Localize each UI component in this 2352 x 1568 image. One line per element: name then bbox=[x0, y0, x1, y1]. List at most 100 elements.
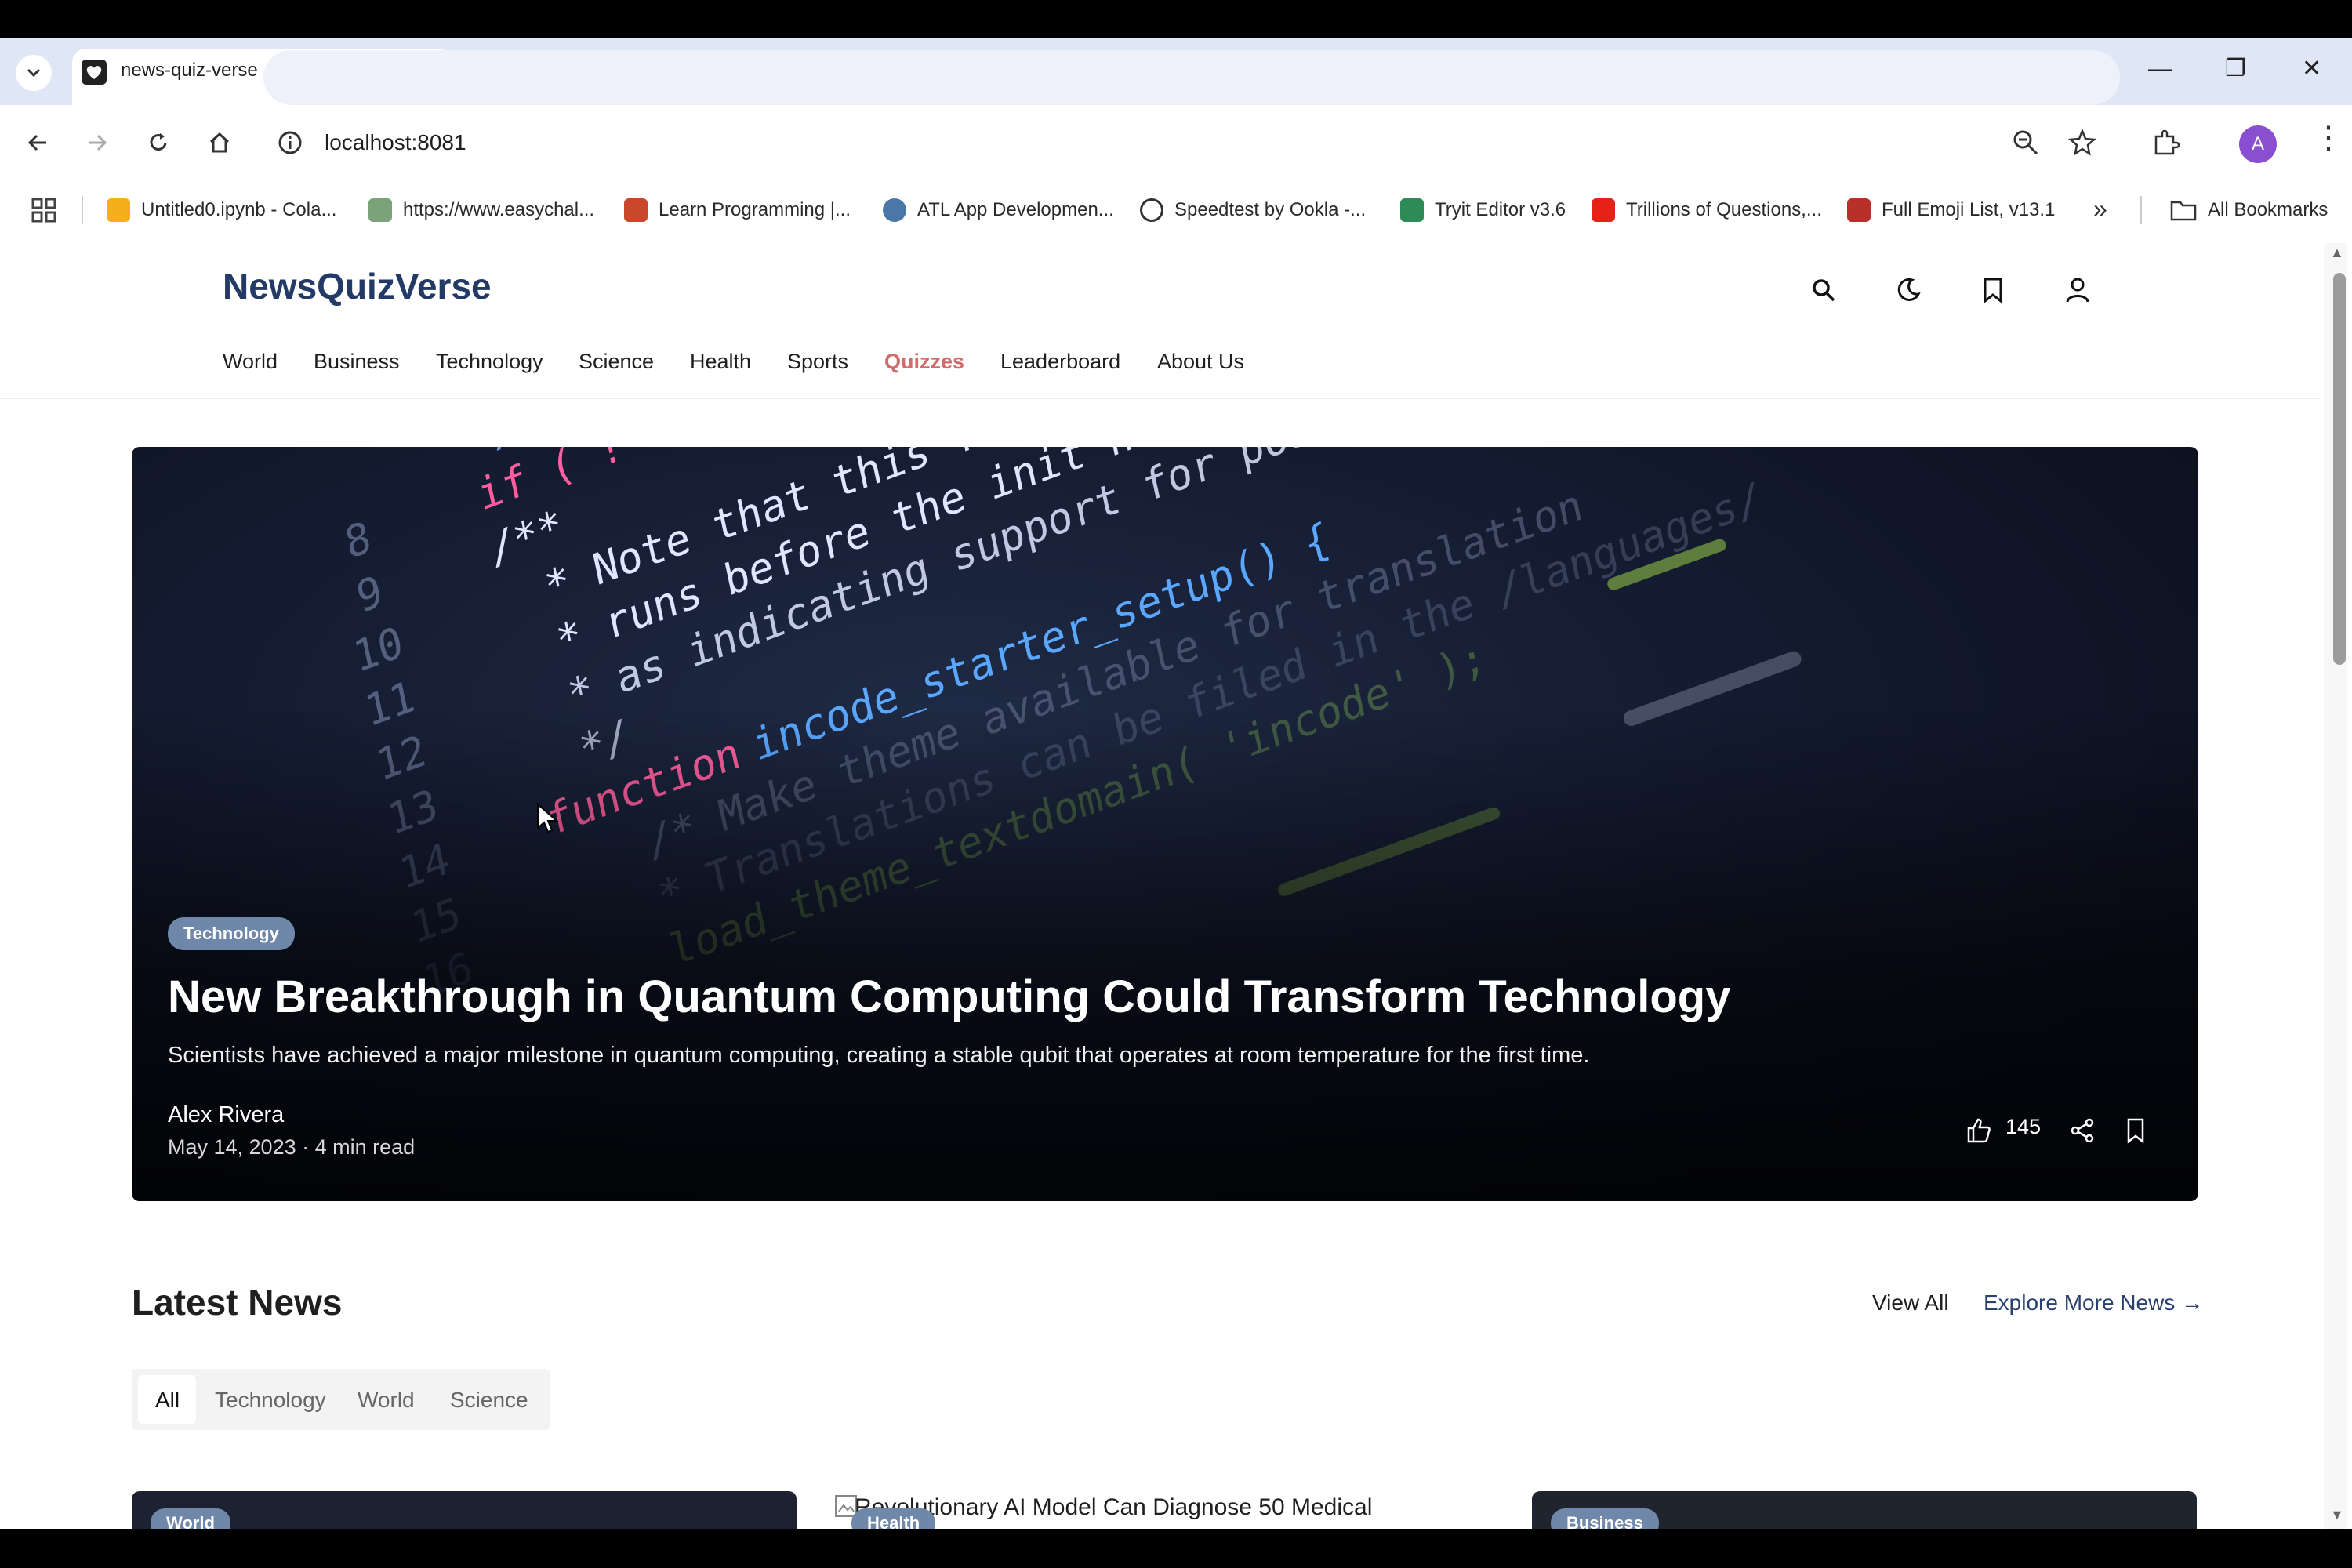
nav-business[interactable]: Business bbox=[314, 350, 400, 374]
arrow-right-icon: → bbox=[2181, 1290, 2204, 1315]
w3schools-icon bbox=[1400, 198, 1424, 222]
atl-icon bbox=[883, 198, 906, 222]
mouse-cursor-icon bbox=[537, 803, 559, 833]
apps-grid-icon[interactable] bbox=[30, 196, 58, 224]
search-icon bbox=[1813, 279, 1835, 302]
speedtest-icon bbox=[1140, 198, 1163, 222]
filter-all[interactable]: All bbox=[155, 1388, 180, 1413]
nav-health[interactable]: Health bbox=[690, 350, 751, 374]
minimize-icon[interactable]: — bbox=[2148, 53, 2172, 85]
bookmark-icon bbox=[1984, 278, 2002, 303]
account-button[interactable] bbox=[2056, 268, 2100, 312]
bookmark-label: Trillions of Questions,... bbox=[1626, 199, 1822, 220]
bookmarks-divider bbox=[82, 196, 83, 224]
hero-gradient-overlay bbox=[132, 447, 2198, 1201]
moon-icon bbox=[1897, 278, 1921, 301]
zoom-icon[interactable] bbox=[2012, 129, 2040, 157]
tab-title: news-quiz-verse bbox=[121, 60, 258, 81]
user-icon bbox=[2066, 278, 2089, 303]
more-bookmarks-icon[interactable]: » bbox=[2093, 194, 2107, 223]
nav-about-us[interactable]: About Us bbox=[1157, 350, 1244, 374]
category-badge[interactable]: Technology bbox=[168, 917, 295, 950]
bookmark-item[interactable]: Learn Programming |... bbox=[624, 196, 851, 224]
saved-articles-button[interactable] bbox=[1971, 268, 2015, 312]
nav-leaderboard[interactable]: Leaderboard bbox=[1000, 350, 1120, 374]
card-category-badge[interactable]: Business bbox=[1551, 1508, 1659, 1529]
hero-image: */ ! function_ 8 if ( ! sets up theme de… bbox=[132, 447, 2198, 1201]
tab-search-button[interactable] bbox=[16, 55, 52, 91]
back-button[interactable] bbox=[20, 125, 55, 160]
folder-icon bbox=[2170, 201, 2197, 221]
home-icon bbox=[209, 132, 230, 153]
bookmark-label: Learn Programming |... bbox=[659, 199, 851, 220]
colab-icon bbox=[107, 198, 130, 222]
site-logo[interactable]: NewsQuizVerse bbox=[223, 265, 492, 307]
filter-world[interactable]: World bbox=[358, 1388, 415, 1413]
unicode-icon bbox=[1847, 198, 1871, 222]
bookmark-label: Full Emoji List, v13.1 bbox=[1882, 199, 2056, 220]
news-card[interactable] bbox=[132, 1491, 797, 1529]
featured-article[interactable]: */ ! function_ 8 if ( ! sets up theme de… bbox=[132, 447, 2198, 1201]
scroll-up-icon[interactable]: ▲ bbox=[2330, 245, 2344, 261]
youtube-icon bbox=[1592, 198, 1615, 222]
bookmark-label: Tryit Editor v3.6 bbox=[1435, 199, 1566, 220]
bookmark-item[interactable]: Speedtest by Ookla -... bbox=[1140, 196, 1366, 224]
nav-sports[interactable]: Sports bbox=[787, 350, 848, 374]
hero-description: Scientists have achieved a major milesto… bbox=[168, 1043, 1590, 1068]
dark-mode-toggle[interactable] bbox=[1886, 268, 1930, 312]
bookmark-label: Speedtest by Ookla -... bbox=[1174, 199, 1367, 220]
bookmark-label: Untitled0.ipynb - Cola... bbox=[141, 199, 337, 220]
card-category-badge[interactable]: Health bbox=[851, 1508, 936, 1529]
view-all-link[interactable]: View All bbox=[1872, 1290, 1949, 1316]
bookmark-item[interactable]: Untitled0.ipynb - Cola... bbox=[107, 196, 336, 224]
thumbs-up-icon bbox=[1967, 1118, 1991, 1143]
bookmark-item[interactable]: Full Emoji List, v13.1 bbox=[1847, 196, 2055, 224]
heart-favicon-icon bbox=[82, 60, 107, 85]
bookmark-star-icon[interactable] bbox=[2068, 129, 2096, 157]
bookmark-icon bbox=[2127, 1118, 2144, 1144]
arrow-right-icon bbox=[89, 134, 107, 151]
filter-science[interactable]: Science bbox=[450, 1388, 528, 1413]
reload-button[interactable] bbox=[141, 125, 176, 160]
header-divider bbox=[0, 398, 2321, 399]
browser-window: news-quiz-verse ✕ + — ❐ ✕ localhost:8081… bbox=[0, 38, 2352, 1529]
bookmark-item[interactable]: Tryit Editor v3.6 bbox=[1400, 196, 1566, 224]
chevron-down-icon bbox=[27, 68, 41, 78]
share-button[interactable] bbox=[2067, 1115, 2098, 1146]
nav-technology[interactable]: Technology bbox=[436, 350, 543, 374]
close-window-icon[interactable]: ✕ bbox=[2302, 53, 2321, 85]
like-count: 145 bbox=[2005, 1115, 2042, 1138]
profile-avatar[interactable]: A bbox=[2239, 125, 2277, 163]
forward-button[interactable] bbox=[80, 125, 114, 160]
all-bookmarks-button[interactable]: All Bookmarks bbox=[2170, 196, 2328, 224]
extensions-icon[interactable] bbox=[2151, 129, 2180, 157]
bookmark-item[interactable]: Trillions of Questions,... bbox=[1592, 196, 1822, 224]
latest-news-title: Latest News bbox=[132, 1282, 343, 1323]
explore-label: Explore More News bbox=[1984, 1290, 2176, 1315]
scroll-down-icon[interactable]: ▼ bbox=[2330, 1507, 2344, 1523]
like-button[interactable] bbox=[1963, 1115, 1994, 1146]
reload-icon bbox=[150, 133, 167, 151]
filter-technology[interactable]: Technology bbox=[215, 1388, 326, 1413]
explore-more-news-link[interactable]: Explore More News → bbox=[1984, 1290, 2203, 1316]
nav-world[interactable]: World bbox=[223, 350, 278, 374]
address-bar[interactable] bbox=[263, 50, 2120, 105]
all-bookmarks-label: All Bookmarks bbox=[2208, 199, 2328, 220]
hero-title[interactable]: New Breakthrough in Quantum Computing Co… bbox=[168, 971, 1731, 1023]
bookmark-label: ATL App Developmen... bbox=[917, 199, 1114, 220]
home-button[interactable] bbox=[202, 125, 237, 160]
scrollbar-thumb[interactable] bbox=[2333, 273, 2346, 665]
search-button[interactable] bbox=[1802, 268, 1846, 312]
nav-science[interactable]: Science bbox=[579, 350, 654, 374]
arrow-left-icon bbox=[27, 134, 46, 151]
card-category-badge[interactable]: World bbox=[151, 1508, 230, 1529]
save-article-button[interactable] bbox=[2120, 1115, 2151, 1146]
bookmark-item[interactable]: https://www.easychal... bbox=[368, 196, 594, 224]
browser-menu-icon[interactable]: ⋮ bbox=[2313, 122, 2344, 154]
bookmarks-divider bbox=[2140, 196, 2142, 224]
site-info-icon[interactable] bbox=[278, 130, 303, 155]
bookmark-item[interactable]: ATL App Developmen... bbox=[883, 196, 1114, 224]
nav-quizzes[interactable]: Quizzes bbox=[884, 350, 964, 374]
codecademy-icon bbox=[624, 198, 648, 222]
restore-icon[interactable]: ❐ bbox=[2225, 53, 2246, 85]
